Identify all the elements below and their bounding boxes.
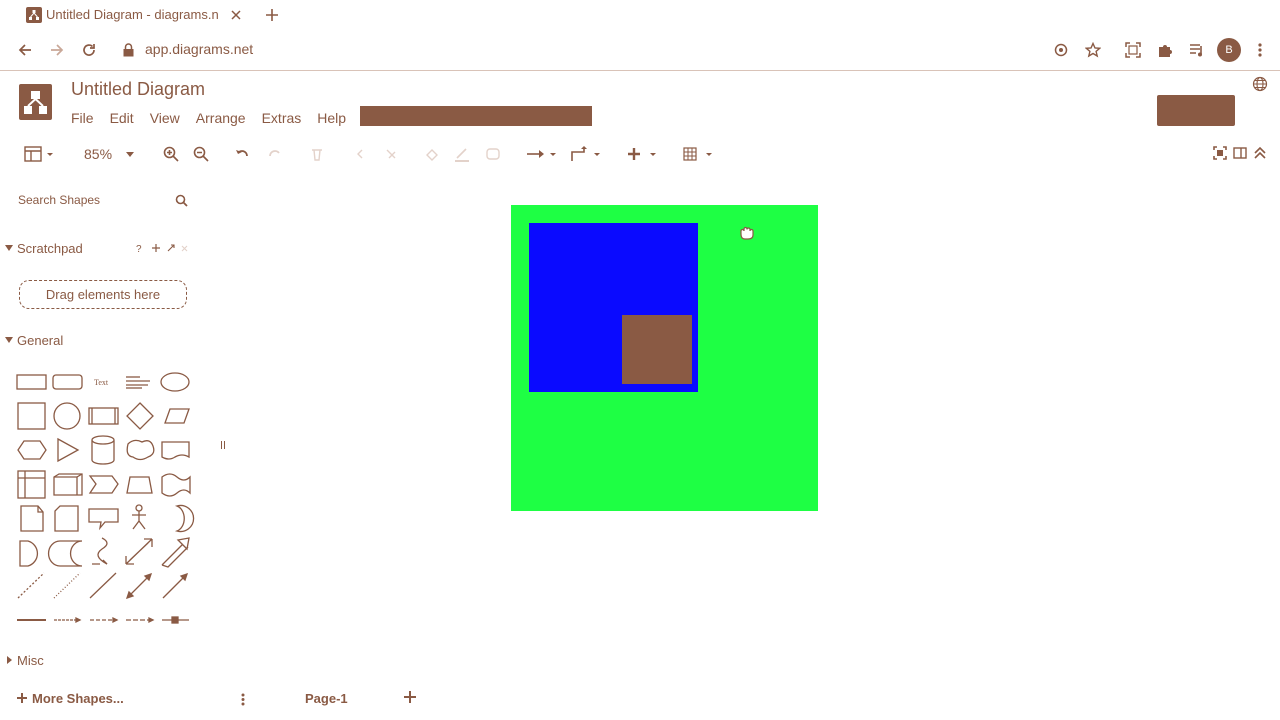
misc-title[interactable]: Misc: [17, 653, 44, 668]
menu-view[interactable]: View: [150, 110, 180, 128]
page-tab[interactable]: Page-1: [305, 691, 348, 706]
media-queue-icon[interactable]: [1188, 41, 1206, 59]
zoom-in-icon[interactable]: [162, 145, 180, 163]
browser-menu-icon[interactable]: [1254, 41, 1266, 59]
address-bar-url[interactable]: app.diagrams.net: [145, 41, 253, 57]
browser-tab-title: Untitled Diagram - diagrams.n: [46, 7, 218, 22]
menu-arrange[interactable]: Arrange: [196, 110, 246, 128]
canvas-shape-small-rect[interactable]: [622, 315, 692, 384]
drawio-logo: [19, 84, 52, 120]
lock-icon[interactable]: [121, 42, 135, 58]
menu-file[interactable]: File: [71, 110, 94, 128]
search-shapes-input[interactable]: Search Shapes: [18, 193, 100, 207]
fill-color-icon[interactable]: [423, 145, 441, 163]
table-icon[interactable]: [682, 145, 716, 163]
fullscreen-icon[interactable]: [1212, 145, 1228, 161]
bookmark-star-icon[interactable]: [1084, 41, 1102, 59]
zoom-level-select[interactable]: 85%: [84, 146, 112, 162]
zoom-dropdown-icon[interactable]: [124, 147, 136, 161]
general-title[interactable]: General: [17, 333, 63, 348]
drawio-favicon-icon: [26, 7, 42, 23]
insert-plus-icon[interactable]: [626, 145, 660, 163]
new-tab-icon[interactable]: [263, 6, 281, 24]
misc-expand-icon[interactable]: [5, 655, 13, 665]
scratchpad-actions-icon[interactable]: ?: [134, 241, 190, 255]
language-globe-icon[interactable]: [1251, 75, 1269, 93]
scratchpad-title[interactable]: Scratchpad: [17, 241, 83, 256]
menu-edit[interactable]: Edit: [110, 110, 134, 128]
sidebar-resize-handle[interactable]: [221, 441, 225, 449]
reload-icon[interactable]: [80, 41, 98, 59]
notice-bar[interactable]: [360, 106, 592, 126]
svg-text:?: ?: [136, 244, 142, 254]
to-front-icon[interactable]: [351, 145, 369, 163]
zoom-out-icon[interactable]: [192, 145, 210, 163]
scratchpad-expand-icon[interactable]: [4, 243, 14, 253]
pages-menu-icon[interactable]: [239, 692, 247, 706]
grab-hand-cursor-icon: [738, 224, 756, 242]
line-color-icon[interactable]: [453, 145, 471, 163]
document-title[interactable]: Untitled Diagram: [71, 79, 205, 100]
undo-icon[interactable]: [233, 145, 251, 163]
shadow-icon[interactable]: [484, 145, 502, 163]
menu-bar: File Edit View Arrange Extras Help: [71, 110, 362, 128]
delete-icon[interactable]: [308, 145, 326, 163]
search-icon[interactable]: [173, 192, 189, 208]
more-shapes-button[interactable]: More Shapes...: [32, 691, 124, 706]
more-shapes-plus-icon[interactable]: [16, 691, 28, 705]
screen-capture-icon[interactable]: [1124, 41, 1142, 59]
scratchpad-dropzone[interactable]: Drag elements here: [19, 280, 187, 309]
format-panel-toggle-icon[interactable]: [24, 145, 54, 163]
menu-extras[interactable]: Extras: [262, 110, 302, 128]
add-page-icon[interactable]: [403, 690, 417, 704]
text-shape-label: Text: [94, 378, 109, 387]
menu-help[interactable]: Help: [317, 110, 346, 128]
forward-icon[interactable]: [48, 41, 66, 59]
format-panel-icon[interactable]: [1232, 145, 1248, 161]
waypoints-icon[interactable]: [569, 145, 603, 163]
back-icon[interactable]: [16, 41, 34, 59]
redo-icon[interactable]: [266, 145, 284, 163]
location-target-icon[interactable]: [1052, 41, 1070, 59]
to-back-icon[interactable]: [382, 145, 400, 163]
share-button[interactable]: [1157, 95, 1235, 126]
connection-style-icon[interactable]: [526, 145, 558, 163]
general-expand-icon[interactable]: [4, 335, 14, 345]
extensions-puzzle-icon[interactable]: [1156, 41, 1174, 59]
collapse-toolbar-icon[interactable]: [1252, 145, 1268, 161]
profile-avatar[interactable]: B: [1217, 38, 1241, 62]
shapes-palette[interactable]: Text: [12, 366, 198, 630]
tab-close-icon[interactable]: [228, 7, 244, 23]
